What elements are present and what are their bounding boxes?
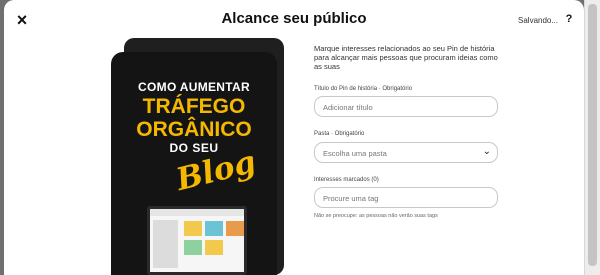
scrollbar-thumb[interactable] — [588, 4, 597, 266]
pin-preview: COMO AUMENTAR TRÁFEGO ORGÂNICO DO SEU Bl… — [111, 52, 277, 275]
laptop-image — [147, 206, 247, 275]
tags-field-label: Interesses marcados (0) — [314, 177, 379, 183]
tags-search-input[interactable]: Procure uma tag — [314, 187, 498, 208]
pin-text-line: ORGÂNICO — [136, 118, 252, 141]
title-field-label: Título do Pin de história · Obrigatório — [314, 86, 413, 92]
board-field-label: Pasta · Obrigatório — [314, 131, 365, 137]
saving-status: Salvando... — [518, 16, 559, 25]
scrollbar[interactable] — [584, 0, 600, 275]
pin-text-line: COMO AUMENTAR — [138, 80, 250, 94]
tags-hint: Não se preocupe: as pessoas não verão su… — [314, 213, 438, 219]
screen-header-bar — [150, 209, 244, 216]
screen-article-column — [153, 220, 178, 268]
pin-text-line: TRÁFEGO — [142, 95, 246, 118]
screen-thumbnail — [205, 240, 223, 255]
screen-thumbnail — [184, 240, 202, 255]
chevron-down-icon: ⌄ — [482, 146, 491, 157]
board-select-value: Escolha uma pasta — [323, 149, 387, 158]
help-icon[interactable]: ? — [562, 12, 576, 26]
screen-thumbnail — [226, 221, 244, 236]
board-select[interactable]: Escolha uma pasta ⌄ — [314, 142, 498, 163]
modal-dialog: × Alcance seu público Salvando... ? COMO… — [4, 0, 584, 275]
page-title: Alcance seu público — [221, 10, 367, 27]
laptop-screen — [150, 209, 244, 272]
title-input[interactable]: Adicionar título — [314, 96, 498, 117]
form-description: Marque interesses relacionados ao seu Pi… — [314, 44, 498, 71]
screen-thumbnail — [205, 221, 223, 236]
screen-thumbnail — [184, 221, 202, 236]
